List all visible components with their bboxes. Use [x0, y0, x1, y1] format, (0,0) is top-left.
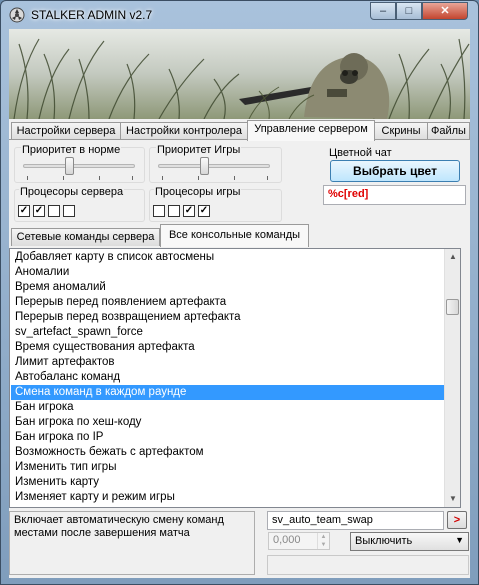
priority-game-slider[interactable]	[200, 157, 209, 175]
state-select[interactable]: Выключить ▼	[350, 532, 469, 551]
priority-game-track	[158, 164, 270, 168]
game-cpu-checkbox-3[interactable]: ✓	[183, 205, 195, 217]
chevron-down-icon: ▼	[455, 535, 464, 545]
banner-image	[9, 29, 470, 119]
command-list-item[interactable]: Смена команд в каждом раунде	[11, 385, 446, 400]
maximize-button[interactable]: □	[396, 2, 422, 20]
console-command-list[interactable]: Добавляет карту в список автосмены Аномал…	[9, 248, 461, 508]
tab-files[interactable]: Файлы	[427, 122, 470, 140]
command-list-item[interactable]: Изменить карту	[11, 475, 446, 490]
command-description: Включает автоматическую смену команд мес…	[9, 511, 255, 575]
color-chat-label: Цветной чат	[329, 147, 392, 159]
command-list-item[interactable]: Время существования артефакта	[11, 340, 446, 355]
command-list-item[interactable]: Лимит артефактов	[11, 355, 446, 370]
server-cpu-label: Процесоры сервера	[19, 186, 125, 198]
scroll-thumb[interactable]	[446, 299, 459, 315]
list-scrollbar[interactable]: ▲ ▼	[444, 249, 460, 507]
tab-controller-settings[interactable]: Настройки контролера	[120, 122, 248, 140]
close-button[interactable]: ✕	[422, 2, 468, 20]
slider-tick	[267, 176, 268, 180]
app-window: STALKER ADMIN v2.7 – □ ✕ Настройки серве…	[0, 0, 479, 585]
command-list-item[interactable]: Автобаланс команд	[11, 370, 446, 385]
command-list-item[interactable]: Бан игрока по IP	[11, 430, 446, 445]
main-tab-strip: Настройки сервера Настройки контролера У…	[9, 120, 470, 141]
spinner-arrows-icon: ▲ ▼	[317, 533, 329, 549]
game-cpu-checkbox-2[interactable]	[168, 205, 180, 217]
title-bar[interactable]: STALKER ADMIN v2.7 – □ ✕	[1, 1, 478, 29]
state-select-value: Выключить	[355, 535, 413, 547]
slider-tick	[99, 176, 100, 180]
scroll-down-icon[interactable]: ▼	[445, 491, 460, 507]
slider-tick	[27, 176, 28, 180]
command-list-item[interactable]: Перерыв перед возвращением артефакта	[11, 310, 446, 325]
tab-server-settings[interactable]: Настройки сервера	[11, 122, 121, 140]
slider-tick	[63, 176, 64, 180]
server-cpu-checkbox-1[interactable]: ✓	[18, 205, 30, 217]
server-cpu-group: Процесоры сервера ✓ ✓	[14, 186, 145, 222]
command-list-item[interactable]: Изменить тип игры	[11, 460, 446, 475]
tab-server-management[interactable]: Управление сервером	[247, 120, 375, 141]
priority-normal-group: Приоритет в норме	[14, 144, 145, 183]
command-list-item[interactable]: Бан игрока по хеш-коду	[11, 415, 446, 430]
priority-game-group: Приоритет Игры	[149, 144, 282, 183]
tab-all-console-commands[interactable]: Все консольные команды	[160, 224, 309, 247]
command-list-item[interactable]: Изменяет карту и режим игры	[11, 490, 446, 505]
biohazard-icon	[9, 7, 25, 23]
slider-tick	[132, 176, 133, 180]
command-list-item[interactable]: Аномалии	[11, 265, 446, 280]
command-list-item[interactable]: sv_artefact_spawn_force	[11, 325, 446, 340]
command-name-input[interactable]: sv_auto_team_swap	[267, 511, 444, 530]
game-cpu-checkbox-4[interactable]: ✓	[198, 205, 210, 217]
color-chat-input[interactable]: %c[red]	[323, 185, 466, 205]
priority-normal-label: Приоритет в норме	[21, 144, 122, 156]
slider-tick	[162, 176, 163, 180]
command-list-item[interactable]: Время аномалий	[11, 280, 446, 295]
value-spinner: 0,000 ▲ ▼	[268, 532, 330, 550]
minimize-button[interactable]: –	[370, 2, 396, 20]
priority-normal-track	[23, 164, 135, 168]
server-cpu-checkbox-2[interactable]: ✓	[33, 205, 45, 217]
command-list-item[interactable]: Перерыв перед появлением артефакта	[11, 295, 446, 310]
command-list-item[interactable]: Бан игрока	[11, 400, 446, 415]
game-cpu-label: Процесоры игры	[154, 186, 242, 198]
window-title: STALKER ADMIN v2.7	[31, 8, 153, 22]
game-cpu-checkbox-1[interactable]	[153, 205, 165, 217]
server-cpu-checkbox-4[interactable]	[63, 205, 75, 217]
choose-color-button[interactable]: Выбрать цвет	[330, 160, 460, 182]
stalker-banner-art	[9, 29, 470, 119]
slider-tick	[198, 176, 199, 180]
priority-normal-slider[interactable]	[65, 157, 74, 175]
send-command-button[interactable]: >	[447, 511, 467, 529]
command-list-item[interactable]: Возможность бежать с артефактом	[11, 445, 446, 460]
slider-tick	[234, 176, 235, 180]
priority-game-label: Приоритет Игры	[156, 144, 242, 156]
tab-screenshots[interactable]: Скрины	[374, 122, 428, 140]
scroll-up-icon[interactable]: ▲	[445, 249, 460, 265]
server-cpu-checkbox-3[interactable]	[48, 205, 60, 217]
command-list-item[interactable]: Добавляет карту в список автосмены	[11, 250, 446, 265]
game-cpu-group: Процесоры игры ✓ ✓	[149, 186, 282, 222]
status-field	[267, 555, 469, 575]
value-spinner-text: 0,000	[273, 534, 301, 546]
tab-network-commands[interactable]: Сетевые команды сервера	[11, 228, 160, 246]
